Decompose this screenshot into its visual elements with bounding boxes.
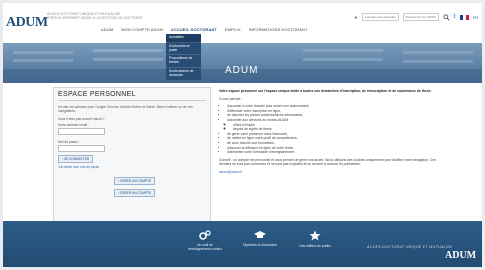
create-account-button-secondary[interactable]: › CREER UN COMPTE: [114, 189, 156, 197]
password-label: Mot de passe :: [58, 140, 80, 144]
footer-item-label: Des milliers de profils: [299, 244, 331, 248]
create-account-button[interactable]: › CREER UN COMPTE: [114, 177, 156, 185]
search-select[interactable]: Rechercher sur ADUM: [402, 13, 439, 21]
email-label: Votre adresse email :: [58, 123, 89, 127]
top-header: ADUM ACCES DOCTORAT UNIQUE ET MUTUALISE …: [3, 3, 482, 43]
lead-text: Votre espace personnel sur l'espace uniq…: [219, 89, 432, 93]
footer-item-tools[interactable]: Un outil de developpement continu: [187, 230, 223, 251]
forgot-password-link[interactable]: J'ai oublie mon mot de passe: [58, 165, 99, 169]
footer-brand-text: ACCES DOCTORAT UNIQUE ET MUTUALISE: [367, 245, 453, 249]
search-icon[interactable]: [443, 13, 450, 21]
intro-text: Il vous permet :: [219, 96, 243, 101]
footer-item-profiles[interactable]: Des milliers de profils: [297, 230, 333, 248]
directory-select[interactable]: Annuaire des doctorats: [361, 13, 399, 21]
nav-item-mon-compte[interactable]: MON COMPTE ADUM: [121, 27, 163, 32]
footer-item-label: Diplomes et doctorants: [243, 243, 277, 247]
browser-notice: Un site est optimise pour Google Chrome,…: [58, 105, 193, 114]
login-button-label: SE CONNECTER: [63, 157, 90, 161]
language-code[interactable]: FR: [473, 15, 478, 20]
gears-icon: [199, 230, 211, 240]
page: ADUM ACCES DOCTORAT UNIQUE ET MUTUALISE …: [3, 3, 482, 267]
info-text-block: Votre espace personnel sur l'espace uniq…: [219, 89, 449, 178]
lead-paragraph: Votre espace personnel sur l'espace uniq…: [219, 89, 449, 94]
header-tools: ▼ Annuaire des doctorats Rechercher sur …: [354, 11, 478, 23]
graduation-cap-icon: [254, 231, 266, 238]
nav-item-informations[interactable]: INFORMATIONS DOCTORANT: [249, 27, 308, 32]
no-account-text: Vous n'etes pas encore inscrit ?: [58, 117, 105, 121]
login-button[interactable]: › SE CONNECTER: [58, 155, 94, 163]
library-shelves-image: [3, 49, 482, 83]
directory-icon: ▼: [353, 14, 358, 20]
dropdown-item-actualites[interactable]: Actualites: [166, 34, 201, 43]
footer-item-label: Un outil de developpement continu: [187, 243, 223, 251]
star-icon: [309, 230, 321, 241]
feature-list: d'acceder a votre dossier pour suivre so…: [219, 104, 449, 155]
title-divider: [58, 100, 206, 101]
nav-item-accueil-doctorant[interactable]: ACCUEIL DOCTORANT: [171, 27, 217, 32]
list-item: d'alimenter votre formulaire d'enregistr…: [227, 150, 449, 155]
dropdown-item-doctorants[interactable]: Doctorants en poste: [166, 43, 201, 56]
contact-email-link[interactable]: adum@adum.fr: [219, 170, 242, 174]
logo-text: ADUM: [6, 15, 48, 30]
create-account-label-secondary: CREER UN COMPTE: [119, 191, 152, 195]
create-account-label: CREER UN COMPTE: [119, 179, 152, 183]
email-field[interactable]: [58, 128, 105, 135]
organization-caption: ACCES DOCTORAT UNIQUE ET MUTUALISE PORTA…: [47, 12, 227, 20]
password-field[interactable]: [58, 145, 105, 152]
footer-logo[interactable]: ADUM: [445, 250, 476, 261]
dropdown-item-soutenances[interactable]: Soutenances de doctorats: [166, 68, 201, 81]
banner-title: ADUM: [225, 65, 259, 76]
site-logo[interactable]: ADUM: [6, 15, 48, 31]
panel-title: ESPACE PERSONNEL: [58, 91, 136, 98]
language-flag-icon[interactable]: [459, 14, 469, 20]
footer: Un outil de developpement continu Diplom…: [3, 221, 482, 267]
cookie-note: Conseil : un compte est personnel et vou…: [219, 157, 436, 167]
contact-paragraph: adum@adum.fr: [219, 170, 449, 175]
dropdown-item-propositions[interactable]: Propositions de theses: [166, 55, 201, 68]
twitter-icon[interactable]: t: [454, 14, 456, 20]
footer-logo-text: ADUM: [445, 250, 477, 261]
footer-item-graduates[interactable]: Diplomes et doctorants: [242, 230, 278, 247]
nav-item-emploi[interactable]: EMPLOI: [225, 27, 241, 32]
nav-item-adum[interactable]: ADUM: [101, 27, 113, 32]
main-nav: ADUM MON COMPTE ADUM ACCUEIL DOCTORANT E…: [101, 27, 308, 32]
hero-banner: ADUM: [3, 43, 482, 83]
nav-dropdown-menu: Actualites Doctorants en poste Propositi…: [166, 34, 201, 81]
org-line: PORTAIL INTERNET DEDIE A LA GESTION DU D…: [47, 16, 143, 20]
